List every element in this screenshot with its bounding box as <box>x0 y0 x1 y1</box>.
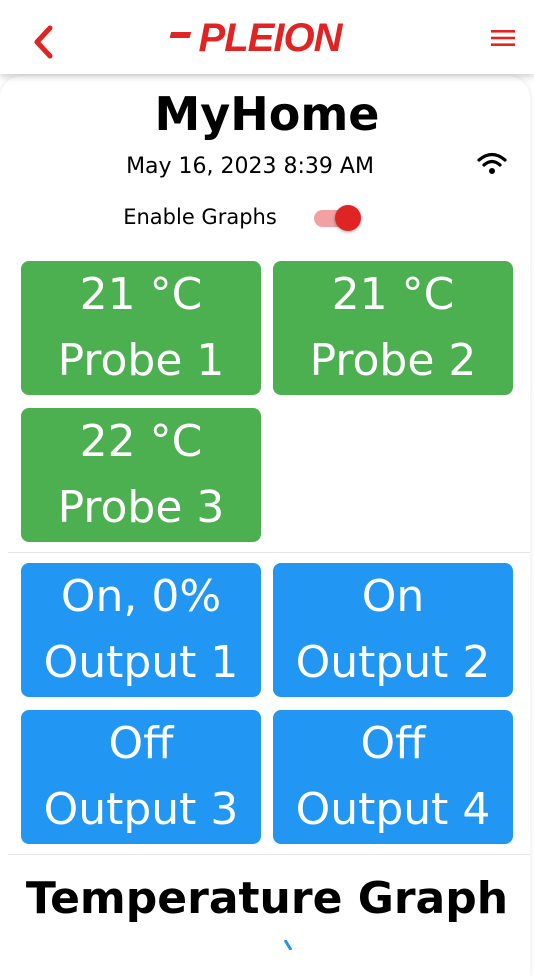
back-button[interactable] <box>26 22 60 62</box>
probes-divider <box>8 552 530 553</box>
probe-label: Probe 3 <box>57 482 225 533</box>
graph-line-fragment <box>283 940 293 950</box>
output-tile-4[interactable]: Off Output 4 <box>273 710 513 844</box>
output-value: On, 0% <box>60 571 222 622</box>
output-label: Output 4 <box>295 784 491 835</box>
hamburger-menu-icon <box>491 30 515 46</box>
device-datetime: May 16, 2023 8:39 AM <box>126 154 374 179</box>
outputs-divider <box>8 854 530 855</box>
probe-tile-2[interactable]: 21 °C Probe 2 <box>273 261 513 395</box>
probe-value: 21 °C <box>79 269 203 320</box>
enable-graphs-toggle[interactable] <box>312 205 362 231</box>
output-label: Output 1 <box>43 637 239 688</box>
output-tile-2[interactable]: On Output 2 <box>273 563 513 697</box>
probe-tile-3[interactable]: 22 °C Probe 3 <box>21 408 261 542</box>
probe-label: Probe 2 <box>309 335 477 386</box>
output-value: Off <box>360 718 426 769</box>
top-bar: PLEION <box>0 0 534 74</box>
probe-label: Probe 1 <box>57 335 225 386</box>
output-value: Off <box>108 718 174 769</box>
pleion-logo: PLEION <box>170 16 345 60</box>
menu-button[interactable] <box>486 24 520 52</box>
temperature-graph-title: Temperature Graph <box>25 873 509 924</box>
probe-value: 22 °C <box>79 416 203 467</box>
probe-value: 21 °C <box>331 269 455 320</box>
output-tile-1[interactable]: On, 0% Output 1 <box>21 563 261 697</box>
logo-text: PLEION <box>199 16 344 60</box>
probe-tile-1[interactable]: 21 °C Probe 1 <box>21 261 261 395</box>
output-value: On <box>361 571 425 622</box>
enable-graphs-label: Enable Graphs <box>123 205 277 229</box>
wifi-icon <box>477 152 507 174</box>
output-label: Output 3 <box>43 784 239 835</box>
device-title: MyHome <box>154 87 380 141</box>
output-tile-3[interactable]: Off Output 3 <box>21 710 261 844</box>
output-label: Output 2 <box>295 637 491 688</box>
chevron-left-icon <box>34 25 53 59</box>
toggle-knob <box>335 205 361 231</box>
